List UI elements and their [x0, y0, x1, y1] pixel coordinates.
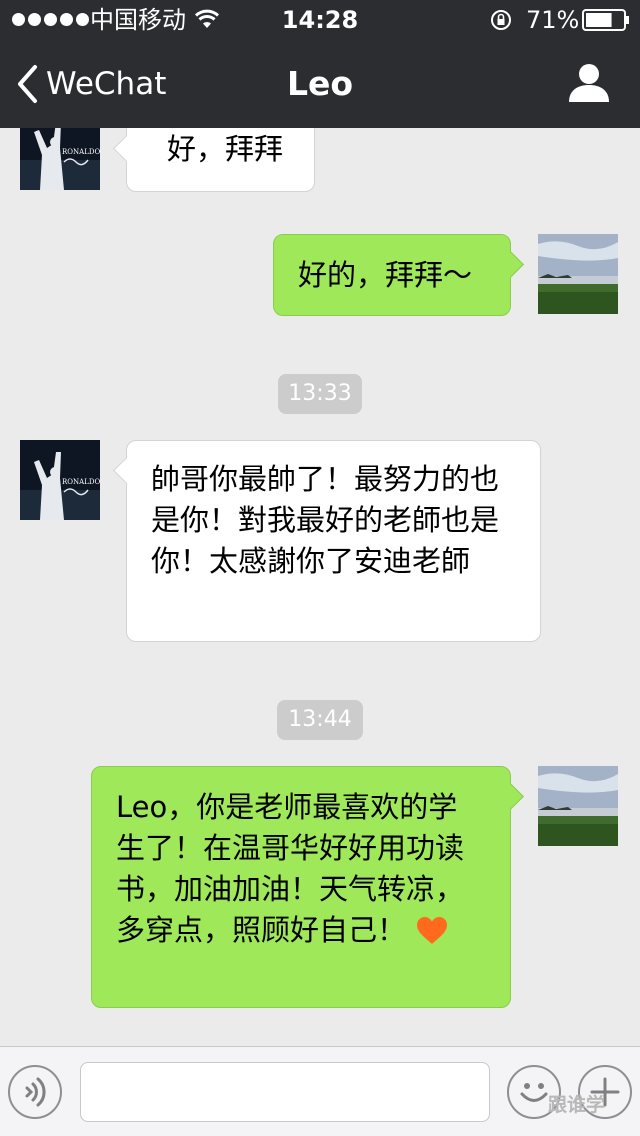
chat-area[interactable]: RONALDO 好，拜拜 好的，拜拜～ 13:33 RONALDO 帥哥你最帥了… [0, 128, 640, 1046]
message-bubble[interactable]: 帥哥你最帥了！最努力的也是你！對我最好的老師也是你！太感謝你了安迪老師 [113, 440, 541, 642]
battery-icon [582, 9, 629, 31]
message-bubble[interactable]: 好的，拜拜～ [273, 234, 524, 316]
avatar-logo-text: RONALDO [62, 478, 100, 486]
contact-avatar[interactable]: RONALDO [20, 128, 100, 190]
message-text: 好，拜拜 [167, 132, 284, 166]
message-text: 帥哥你最帥了！最努力的也是你！對我最好的老師也是你！太感謝你了安迪老師 [151, 462, 500, 578]
message-text: 好的，拜拜～ [298, 258, 473, 292]
input-bar [0, 1046, 640, 1136]
header: 中国移动 14:28 71% WeChat Leo [0, 0, 640, 128]
person-icon[interactable] [566, 62, 612, 104]
battery-percent: 71% [526, 6, 580, 34]
message-input[interactable] [80, 1062, 490, 1122]
my-avatar[interactable] [538, 234, 618, 314]
contact-avatar[interactable]: RONALDO [20, 440, 100, 520]
message-text-content: Leo，你是老师最喜欢的学生了！在温哥华好好用功读书，加油加油！天气转凉，多穿点… [116, 790, 465, 947]
voice-icon [25, 1077, 46, 1107]
status-bar: 中国移动 14:28 71% [0, 0, 640, 40]
rotation-lock-icon [491, 10, 511, 30]
heart-emoji-icon [417, 917, 448, 944]
voice-button[interactable] [8, 1065, 62, 1119]
avatar-logo-text: RONALDO [62, 148, 100, 156]
time-divider: 13:44 [277, 700, 363, 740]
chat-title: Leo [286, 64, 354, 103]
message-bubble[interactable]: 好，拜拜 [113, 128, 315, 192]
time-divider: 13:33 [278, 374, 362, 414]
message-bubble[interactable]: Leo，你是老师最喜欢的学生了！在温哥华好好用功读书，加油加油！天气转凉，多穿点… [91, 766, 524, 1008]
my-avatar[interactable] [538, 766, 618, 846]
nav-bar: WeChat Leo [0, 40, 640, 128]
watermark: 跟谁学 [548, 1094, 606, 1116]
message-text: Leo，你是老师最喜欢的学生了！在温哥华好好用功读书，加油加油！天气转凉，多穿点… [116, 787, 486, 951]
